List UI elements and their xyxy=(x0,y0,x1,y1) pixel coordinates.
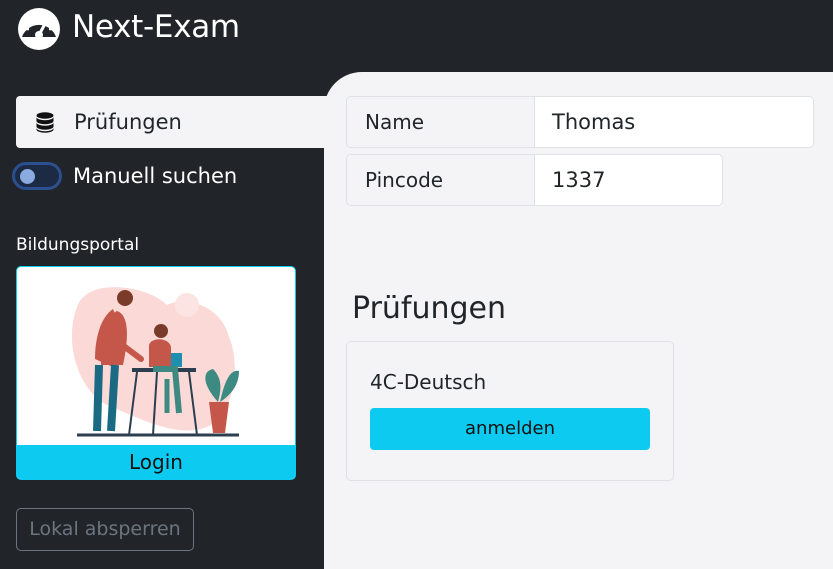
main-content: Name Thomas Pincode 1337 Prüfungen 4C-De… xyxy=(324,72,833,569)
exam-card: 4C-Deutsch anmelden xyxy=(346,341,674,481)
pincode-field[interactable]: Pincode 1337 xyxy=(346,154,723,206)
sidebar-item-label: Prüfungen xyxy=(74,110,182,134)
database-icon xyxy=(36,112,54,133)
pincode-input[interactable]: 1337 xyxy=(535,155,722,205)
toggle-knob xyxy=(20,169,35,184)
exams-heading: Prüfungen xyxy=(352,291,507,326)
app-title: Next-Exam xyxy=(72,9,240,45)
name-label: Name xyxy=(347,97,535,147)
login-button[interactable]: Login xyxy=(17,445,295,479)
name-field[interactable]: Name Thomas xyxy=(346,96,814,148)
portal-login-card[interactable]: Login xyxy=(16,266,296,480)
name-input[interactable]: Thomas xyxy=(535,97,813,147)
pincode-label: Pincode xyxy=(347,155,535,205)
speedometer-icon xyxy=(18,8,60,50)
sidebar-item-pruefungen[interactable]: Prüfungen xyxy=(16,96,336,148)
portal-heading: Bildungsportal xyxy=(16,235,140,255)
manual-search-toggle[interactable] xyxy=(12,162,62,190)
exam-name: 4C-Deutsch xyxy=(370,370,487,394)
app-header: Next-Exam xyxy=(0,0,833,56)
manual-search-row: Manuell suchen xyxy=(12,160,312,192)
register-button[interactable]: anmelden xyxy=(370,408,650,450)
portal-illustration xyxy=(71,287,239,437)
lock-locally-button[interactable]: Lokal absperren xyxy=(16,508,194,551)
manual-search-label[interactable]: Manuell suchen xyxy=(73,163,237,189)
